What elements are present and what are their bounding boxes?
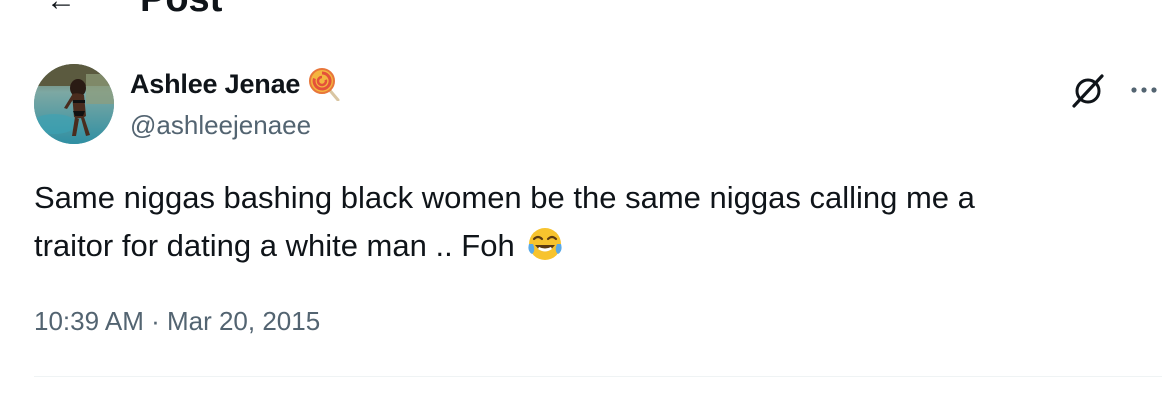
back-arrow-icon[interactable]: ← <box>46 0 76 14</box>
tweet-text-line-2: traitor for dating a white man .. Foh <box>34 228 515 263</box>
tweet-text-line-2-wrap: traitor for dating a white man .. Foh <box>34 222 1104 270</box>
tweet-text: Same niggas bashing black women be the s… <box>34 174 1104 270</box>
face-with-tears-of-joy-icon <box>528 228 562 260</box>
grok-icon[interactable] <box>1068 70 1108 110</box>
lollipop-icon <box>309 68 340 101</box>
tweet-date-link[interactable]: Mar 20, 2015 <box>167 306 320 336</box>
tweet-text-line-1: Same niggas bashing black women be the s… <box>34 180 975 215</box>
more-icon[interactable] <box>1124 70 1162 110</box>
display-name[interactable]: Ashlee Jenae <box>130 69 300 100</box>
top-header: ← Post <box>0 0 420 14</box>
author-block: Ashlee Jenae @ashleejenaee <box>130 66 342 141</box>
timestamp: 10:39 AM · Mar 20, 2015 <box>34 306 320 337</box>
tweet-detail-page: ← Post Ashlee Jenae <box>0 0 1162 404</box>
avatar[interactable] <box>34 64 114 144</box>
timestamp-separator: · <box>143 306 167 336</box>
page-title: Post <box>140 0 222 14</box>
avatar-photo <box>34 64 114 144</box>
tweet-time-link[interactable]: 10:39 AM <box>34 306 144 336</box>
user-handle[interactable]: @ashleejenaee <box>130 110 342 141</box>
display-name-row: Ashlee Jenae <box>130 66 342 102</box>
divider <box>34 376 1162 377</box>
